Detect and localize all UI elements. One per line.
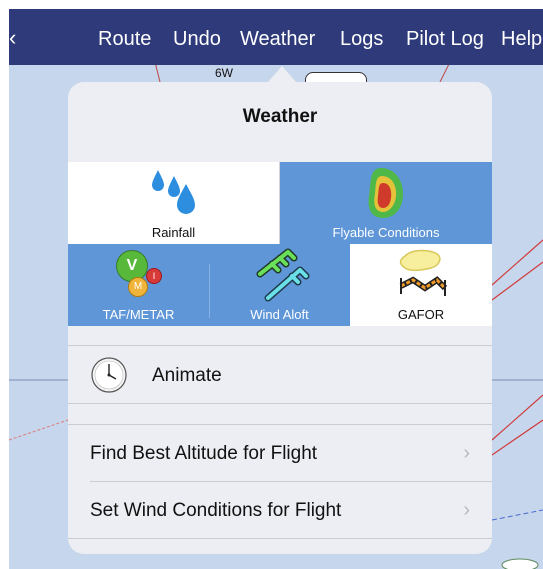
layer-label: GAFOR	[397, 307, 445, 322]
nav-help[interactable]: Help	[501, 28, 542, 51]
chevron-right-icon: ›	[463, 442, 470, 464]
clock-icon	[91, 357, 127, 393]
separator	[68, 538, 492, 539]
popover-title: Weather	[242, 106, 318, 127]
gafor-icon	[399, 249, 448, 296]
weather-layer-grid: Rainfall Flyable Conditions V M I TAF/ME…	[68, 162, 492, 326]
weather-popover: Weather Rainfall Flyable Conditions V M	[68, 82, 492, 554]
taf-metar-icon: V M I	[114, 250, 164, 300]
top-nav-bar: ‹ Route Undo Weather Logs Pilot Log Help	[9, 9, 543, 65]
find-best-altitude-row[interactable]: Find Best Altitude for Flight ›	[68, 425, 492, 481]
popover-arrow	[268, 66, 296, 82]
grid-divider	[209, 264, 210, 318]
vfr-badge: V	[116, 250, 148, 282]
animate-row[interactable]: Animate	[68, 346, 492, 404]
set-wind-conditions-row[interactable]: Set Wind Conditions for Flight ›	[68, 482, 492, 538]
nav-undo[interactable]: Undo	[173, 28, 221, 51]
section-gap	[68, 404, 492, 424]
menu-label: Find Best Altitude for Flight	[90, 443, 318, 464]
animate-label: Animate	[152, 365, 222, 386]
nav-pilot-log[interactable]: Pilot Log	[406, 28, 484, 51]
layer-flyable-conditions[interactable]: Flyable Conditions	[280, 162, 492, 244]
layer-label: Rainfall	[151, 225, 196, 240]
layer-wind-aloft[interactable]: Wind Aloft	[209, 244, 350, 326]
nav-weather[interactable]: Weather	[240, 28, 315, 51]
screen-edge-top	[0, 0, 543, 9]
menu-label: Set Wind Conditions for Flight	[90, 500, 342, 521]
flyable-conditions-icon	[368, 168, 403, 218]
screen-edge-left	[0, 0, 9, 569]
ifr-badge: I	[146, 268, 162, 284]
layer-label: TAF/METAR	[102, 307, 175, 322]
nav-logs[interactable]: Logs	[340, 28, 383, 51]
nav-route[interactable]: Route	[98, 28, 151, 51]
layer-label: Flyable Conditions	[332, 225, 440, 240]
mvfr-badge: M	[128, 277, 148, 297]
layer-rainfall[interactable]: Rainfall	[68, 162, 280, 244]
layer-taf-metar[interactable]: V M I TAF/METAR	[68, 244, 209, 326]
wind-barb-icon	[256, 248, 309, 302]
map-grid-label: 6W	[215, 66, 233, 80]
layer-label: Wind Aloft	[250, 307, 309, 322]
raindrops-icon	[151, 170, 195, 214]
layer-gafor[interactable]: GAFOR	[350, 244, 492, 326]
back-chevron-icon[interactable]: ‹	[9, 25, 16, 51]
chevron-right-icon: ›	[463, 499, 470, 521]
